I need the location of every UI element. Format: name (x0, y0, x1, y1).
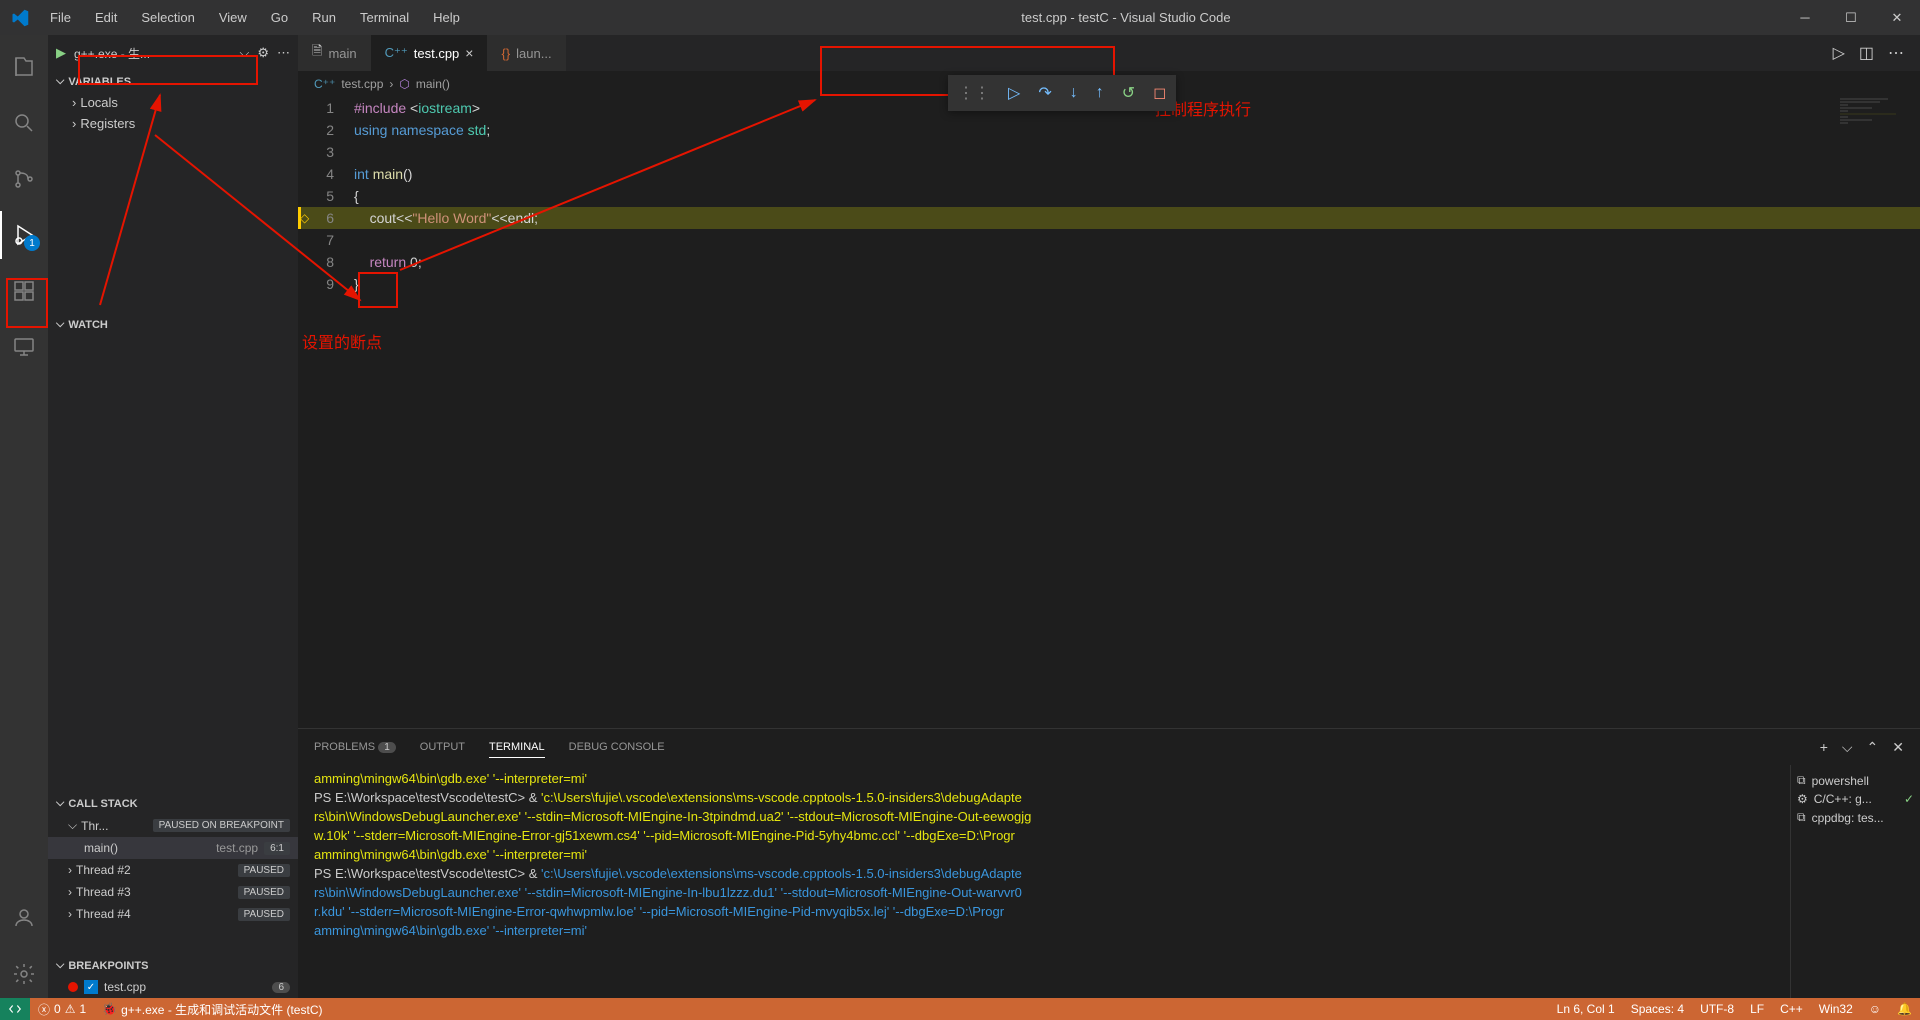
variables-locals[interactable]: › Locals (48, 92, 298, 113)
terminal-content[interactable]: amming\mingw64\bin\gdb.exe' '--interpret… (298, 765, 1790, 998)
terminal-dropdown-icon[interactable]: ⌵ (1842, 739, 1853, 756)
accounts-icon[interactable] (0, 894, 48, 942)
terminal-session[interactable]: ⧉powershell (1797, 771, 1914, 790)
menu-selection[interactable]: Selection (131, 6, 204, 29)
status-cursor-pos[interactable]: Ln 6, Col 1 (1549, 1002, 1623, 1016)
settings-icon[interactable] (0, 950, 48, 998)
watch-section[interactable]: ⌵ WATCH (48, 314, 298, 335)
output-tab[interactable]: OUTPUT (420, 737, 465, 757)
callstack-frame[interactable]: main() test.cpp 6:1 (48, 837, 298, 859)
status-eol[interactable]: LF (1742, 1002, 1772, 1016)
editor-area: 🗎 mainC⁺⁺ test.cpp ×{} laun... ▷ ◫ ⋯ C⁺⁺… (298, 35, 1920, 998)
menu-edit[interactable]: Edit (85, 6, 127, 29)
step-over-button[interactable]: ↷ (1038, 83, 1051, 103)
editor-tabs: 🗎 mainC⁺⁺ test.cpp ×{} laun... ▷ ◫ ⋯ (298, 35, 1920, 71)
callstack-thread[interactable]: › Thread #4PAUSED (48, 903, 298, 925)
more-icon[interactable]: ⋯ (277, 45, 290, 61)
maximize-button[interactable]: ☐ (1828, 0, 1874, 35)
continue-button[interactable]: ▷ (1008, 83, 1020, 103)
callstack-thread[interactable]: › Thread #2PAUSED (48, 859, 298, 881)
more-actions-icon[interactable]: ⋯ (1888, 43, 1904, 63)
close-tab-icon[interactable]: × (465, 45, 473, 61)
callstack-thread[interactable]: › Thread #3PAUSED (48, 881, 298, 903)
remote-explorer-icon[interactable] (0, 323, 48, 371)
code-editor[interactable]: 1#include <iostream>2using namespace std… (298, 97, 1920, 728)
debug-toolbar: ⋮⋮ ▷ ↷ ↓ ↑ ↺ ◻ (948, 75, 1176, 111)
menu-view[interactable]: View (209, 6, 257, 29)
status-encoding[interactable]: UTF-8 (1692, 1002, 1742, 1016)
status-os[interactable]: Win32 (1811, 1002, 1861, 1016)
source-control-icon[interactable] (0, 155, 48, 203)
status-debug-config[interactable]: 🐞 g++.exe - 生成和调试活动文件 (testC) (94, 1001, 330, 1018)
extensions-icon[interactable] (0, 267, 48, 315)
tab-main[interactable]: 🗎 main (298, 35, 371, 71)
restart-button[interactable]: ↺ (1122, 83, 1135, 103)
run-config-select[interactable]: g++.exe - 生... (74, 45, 231, 62)
callstack-thread-main[interactable]: ⌵ Thr...PAUSED ON BREAKPOINT (48, 814, 298, 837)
new-terminal-icon[interactable]: + (1820, 739, 1828, 756)
breakpoint-item[interactable]: ✓ test.cpp 6 (48, 976, 298, 998)
breakpoint-checkbox[interactable]: ✓ (84, 980, 98, 994)
terminal-session[interactable]: ⚙C/C++: g...✓ (1797, 790, 1914, 808)
stop-button[interactable]: ◻ (1153, 83, 1166, 103)
split-editor-icon[interactable]: ◫ (1859, 43, 1874, 63)
search-icon[interactable] (0, 99, 48, 147)
breakpoint-dot-icon (68, 982, 78, 992)
tab-laun...[interactable]: {} laun... (487, 35, 565, 71)
menu-help[interactable]: Help (423, 6, 470, 29)
close-panel-icon[interactable]: ✕ (1892, 739, 1904, 756)
run-config-bar: ▶ g++.exe - 生... ⌵ ⚙ ⋯ (48, 35, 298, 71)
close-button[interactable]: ✕ (1874, 0, 1920, 35)
step-into-button[interactable]: ↓ (1070, 84, 1078, 102)
activity-bar: 1 (0, 35, 48, 998)
tab-test.cpp[interactable]: C⁺⁺ test.cpp × (371, 35, 488, 71)
step-out-button[interactable]: ↑ (1096, 84, 1104, 102)
run-action-icon[interactable]: ▷ (1833, 43, 1845, 63)
gear-icon[interactable]: ⚙ (257, 45, 269, 61)
variables-registers[interactable]: › Registers (48, 113, 298, 134)
panel-tabs: PROBLEMS 1 OUTPUT TERMINAL DEBUG CONSOLE… (298, 729, 1920, 765)
maximize-panel-icon[interactable]: ⌃ (1867, 739, 1879, 756)
vscode-logo-icon (0, 9, 40, 27)
run-debug-icon[interactable]: 1 (0, 211, 48, 259)
menu-terminal[interactable]: Terminal (350, 6, 419, 29)
breakpoints-section[interactable]: ⌵ BREAKPOINTS (48, 955, 298, 976)
status-bell-icon[interactable]: 🔔 (1889, 1002, 1920, 1016)
remote-indicator[interactable] (0, 998, 30, 1020)
menu-bar: FileEditSelectionViewGoRunTerminalHelp (40, 6, 470, 29)
title-bar: FileEditSelectionViewGoRunTerminalHelp t… (0, 0, 1920, 35)
terminal-list: ⧉powershell⚙C/C++: g...✓⧉cppdbg: tes... (1790, 765, 1920, 998)
debug-badge: 1 (24, 235, 40, 251)
menu-file[interactable]: File (40, 6, 81, 29)
terminal-tab[interactable]: TERMINAL (489, 737, 545, 758)
callstack-section[interactable]: ⌵ CALL STACK (48, 793, 298, 814)
explorer-icon[interactable] (0, 43, 48, 91)
variables-section[interactable]: ⌵ VARIABLES (48, 71, 298, 92)
status-bar: ⓧ 0 ⚠ 1 🐞 g++.exe - 生成和调试活动文件 (testC) Ln… (0, 998, 1920, 1020)
status-errors[interactable]: ⓧ 0 ⚠ 1 (30, 1001, 94, 1018)
chevron-down-icon[interactable]: ⌵ (239, 45, 249, 61)
menu-run[interactable]: Run (302, 6, 346, 29)
minimize-button[interactable]: ─ (1782, 0, 1828, 35)
minimap[interactable] (1840, 97, 1920, 297)
menu-go[interactable]: Go (261, 6, 298, 29)
status-spaces[interactable]: Spaces: 4 (1623, 1002, 1692, 1016)
debug-console-tab[interactable]: DEBUG CONSOLE (569, 737, 665, 757)
window-title: test.cpp - testC - Visual Studio Code (470, 10, 1782, 25)
start-debug-button[interactable]: ▶ (56, 45, 66, 61)
status-language[interactable]: C++ (1772, 1002, 1811, 1016)
status-feedback-icon[interactable]: ☺ (1861, 1002, 1889, 1016)
problems-tab[interactable]: PROBLEMS 1 (314, 737, 396, 757)
terminal-session[interactable]: ⧉cppdbg: tes... (1797, 808, 1914, 827)
bottom-panel: PROBLEMS 1 OUTPUT TERMINAL DEBUG CONSOLE… (298, 728, 1920, 998)
drag-handle-icon[interactable]: ⋮⋮ (958, 83, 990, 103)
debug-sidebar: ▶ g++.exe - 生... ⌵ ⚙ ⋯ ⌵ VARIABLES › Loc… (48, 35, 298, 998)
